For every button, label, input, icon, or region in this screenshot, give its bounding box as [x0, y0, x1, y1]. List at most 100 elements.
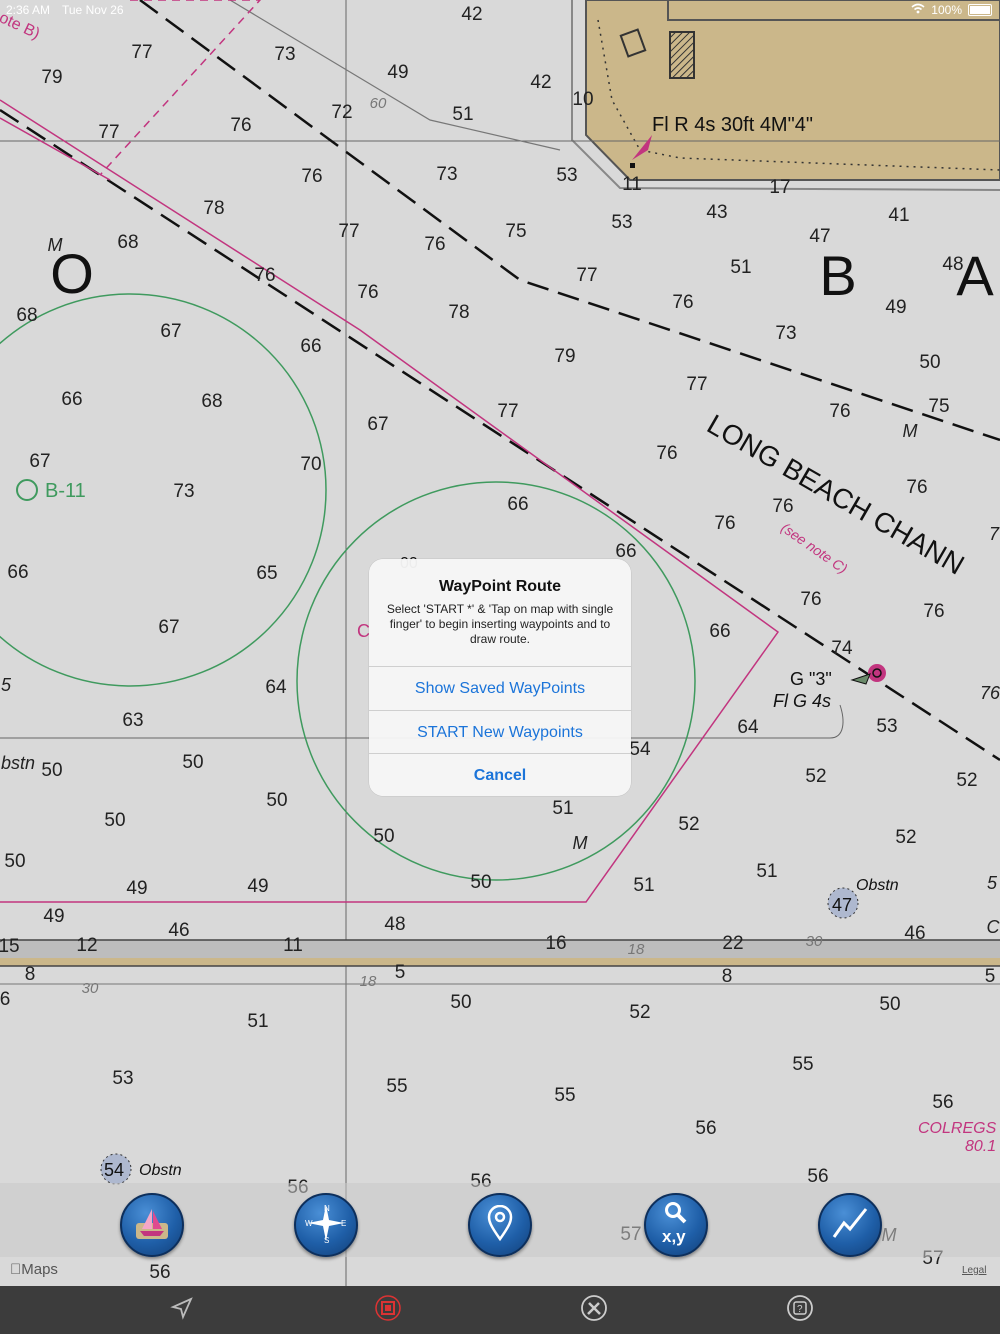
- sounding-34: 49: [885, 297, 906, 318]
- area-letter-1: B: [819, 244, 856, 307]
- tab-tools[interactable]: [580, 1294, 608, 1324]
- sounding-30: 68: [16, 305, 37, 326]
- chart-label-8: 5: [987, 873, 998, 893]
- waypoint-route-dialog: WayPoint Route Select 'START *' & 'Tap o…: [369, 559, 631, 796]
- sounding-82: 51: [633, 875, 654, 896]
- sounding-42: 67: [367, 414, 388, 435]
- sounding-49: 76: [906, 477, 927, 498]
- search-coordinates-button[interactable]: x,y: [644, 1193, 708, 1257]
- tab-navigation[interactable]: [168, 1296, 196, 1324]
- legal-link[interactable]: Legal: [962, 1265, 986, 1276]
- sounding-6: 77: [98, 122, 119, 143]
- dialog-title: WayPoint Route: [438, 578, 562, 595]
- sounding-92: 8: [25, 964, 36, 985]
- sounding-8: 72: [331, 102, 352, 123]
- sounding-90: 16: [545, 933, 566, 954]
- sounding-13: 53: [556, 165, 577, 186]
- sounding-99: 50: [879, 994, 900, 1015]
- chart-label-0: M: [48, 235, 63, 255]
- status-date: Tue Nov 26: [62, 3, 124, 17]
- chart-label-4: bstn: [1, 753, 35, 773]
- chart-label-1: M: [903, 421, 918, 441]
- sounding-93: 5: [395, 962, 406, 983]
- sounding-55: 65: [256, 563, 277, 584]
- contour-label-3: 30: [82, 980, 99, 997]
- sounding-89: 11: [283, 935, 303, 956]
- chart-label-6: 7: [989, 524, 1000, 544]
- sounding-1: 77: [131, 42, 152, 63]
- sounding-25: 76: [254, 265, 275, 286]
- sounding-31: 67: [160, 321, 181, 342]
- sounding-103: 55: [554, 1085, 575, 1106]
- area-letter-2: A: [956, 244, 994, 307]
- battery-icon: [968, 4, 992, 16]
- sounding-73: 51: [552, 798, 573, 819]
- sounding-60: 66: [709, 621, 730, 642]
- sounding-39: 66: [61, 389, 82, 410]
- sounding-74: 52: [678, 814, 699, 835]
- sounding-21: 53: [611, 212, 632, 233]
- sounding-96: 6: [0, 989, 10, 1010]
- boat-button[interactable]: [120, 1193, 184, 1257]
- route-button[interactable]: [818, 1193, 882, 1257]
- cancel-button[interactable]: Cancel: [369, 753, 631, 796]
- sounding-14: 11: [622, 174, 642, 195]
- sounding-40: 68: [201, 391, 222, 412]
- sounding-85: 48: [384, 914, 405, 935]
- sounding-35: 66: [300, 336, 321, 357]
- buoy-light-label: Fl G 4s: [773, 691, 831, 711]
- sounding-66: 50: [41, 760, 62, 781]
- sounding-61: 74: [831, 638, 853, 659]
- location-pin-icon: [485, 1204, 515, 1246]
- compass-button[interactable]: N S W E: [294, 1193, 358, 1257]
- sounding-46: 67: [29, 451, 50, 472]
- sounding-16: 78: [203, 198, 224, 219]
- sounding-7: 76: [230, 115, 251, 136]
- sounding-57: 76: [800, 589, 821, 610]
- status-time: 2:36 AM: [6, 3, 51, 17]
- sounding-105: 56: [695, 1118, 716, 1139]
- chart-label-5: 5: [1, 675, 12, 695]
- buoy-label: G "3": [790, 669, 832, 689]
- sounding-50: 73: [173, 481, 194, 502]
- sounding-102: 55: [386, 1076, 407, 1097]
- help-icon: ?: [786, 1294, 814, 1327]
- colregs-number: 80.1: [965, 1138, 996, 1155]
- sounding-2: 79: [41, 67, 62, 88]
- contour-label-0: 60: [370, 95, 387, 112]
- location-pin-button[interactable]: [468, 1193, 532, 1257]
- wifi-icon: [911, 3, 925, 17]
- start-new-waypoints-button[interactable]: START New Waypoints: [369, 710, 631, 754]
- sounding-94: 8: [722, 966, 733, 987]
- bottom-tabbar: ?: [0, 1286, 1000, 1334]
- sounding-86: 46: [904, 923, 925, 944]
- sounding-106: 56: [932, 1092, 953, 1113]
- sounding-52: 76: [772, 496, 793, 517]
- sounding-10: 10: [572, 89, 593, 110]
- chart-label-7: 76: [980, 683, 1000, 703]
- status-right: 100%: [911, 3, 992, 17]
- tab-record[interactable]: [374, 1294, 402, 1324]
- tab-help[interactable]: ?: [786, 1294, 814, 1327]
- buoy-b11-label: B-11: [45, 480, 86, 502]
- sounding-80: 49: [247, 876, 268, 897]
- sounding-48: 76: [656, 443, 677, 464]
- sounding-43: 77: [497, 401, 518, 422]
- sounding-71: 50: [266, 790, 287, 811]
- maps-attribution[interactable]: Maps: [10, 1261, 58, 1278]
- compass-icon: N S W E: [304, 1201, 348, 1250]
- sounding-4: 49: [387, 62, 408, 83]
- sounding-15: 17: [769, 177, 790, 198]
- sounding-77: 50: [373, 826, 394, 847]
- sounding-87: 15: [0, 936, 20, 957]
- sounding-23: 41: [888, 205, 909, 226]
- sounding-22: 43: [706, 202, 727, 223]
- sounding-111: 56: [149, 1262, 170, 1283]
- sounding-97: 50: [450, 992, 471, 1013]
- sounding-3: 73: [274, 44, 295, 65]
- show-saved-waypoints-button[interactable]: Show Saved WayPoints: [369, 666, 631, 710]
- sounding-84: 46: [168, 920, 189, 941]
- sounding-32: 78: [448, 302, 469, 323]
- sounding-100: 51: [247, 1011, 268, 1032]
- sounding-12: 73: [436, 164, 457, 185]
